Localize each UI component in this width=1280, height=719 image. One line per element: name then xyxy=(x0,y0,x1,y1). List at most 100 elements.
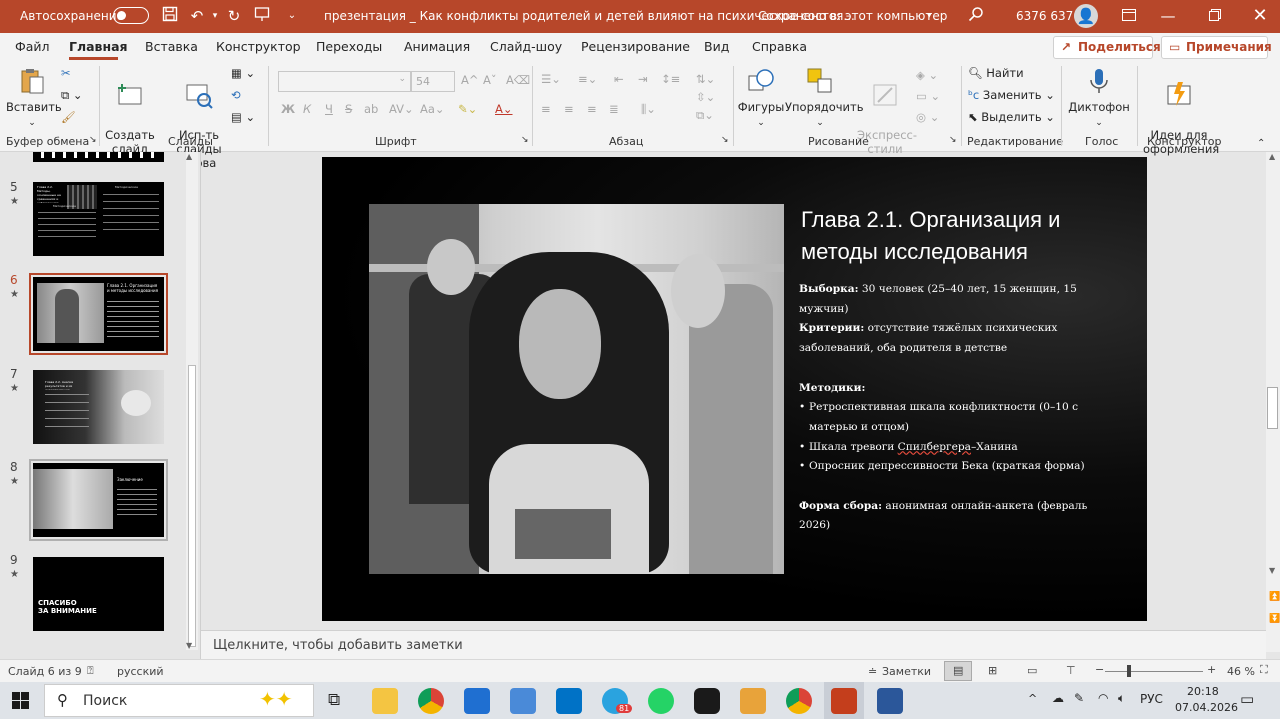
justify-icon[interactable]: ≣ xyxy=(609,102,619,116)
undo-icon[interactable]: ↶ xyxy=(187,6,207,26)
pen-icon[interactable]: ✎ xyxy=(1074,691,1084,705)
fit-slide-icon[interactable]: ⛶ xyxy=(1260,663,1268,677)
taskbar-search-box[interactable]: ⚲ Поиск ✦✦ xyxy=(44,684,314,717)
clock-date[interactable]: 07.04.2026 xyxy=(1175,701,1238,714)
new-slide-button[interactable]: Создать слайд xyxy=(104,66,156,156)
previous-slide-icon[interactable]: ⏫ xyxy=(1269,592,1280,602)
font-family-input[interactable]: ⌄ xyxy=(278,71,411,92)
format-painter-icon[interactable]: 🖌 xyxy=(61,110,76,124)
outlook-icon[interactable] xyxy=(556,688,582,714)
font-size-input[interactable]: 54 xyxy=(411,71,455,92)
search-icon[interactable] xyxy=(966,6,986,26)
close-icon[interactable]: ✕ xyxy=(1250,6,1270,26)
layout-icon[interactable]: ▦ ⌄ xyxy=(231,66,255,80)
zoom-slider-thumb[interactable] xyxy=(1127,665,1131,677)
shrink-font-icon[interactable]: Aˇ xyxy=(483,73,497,87)
align-left-icon[interactable]: ≡ xyxy=(541,102,551,116)
align-text-icon[interactable]: ⇳⌄ xyxy=(696,90,715,104)
accessibility-icon[interactable]: ⍰ xyxy=(87,664,94,678)
reading-view-icon[interactable]: ▭ xyxy=(1027,664,1037,677)
zoom-slider[interactable] xyxy=(1105,671,1203,672)
italic-button[interactable]: К xyxy=(303,102,311,116)
user-name[interactable]: 6376 6376 xyxy=(1016,9,1081,23)
show-hidden-icons[interactable]: ^ xyxy=(1028,692,1037,705)
save-icon[interactable] xyxy=(160,6,180,26)
shadow-button[interactable]: ab xyxy=(364,102,378,116)
thumbnail-slide-4-partial[interactable] xyxy=(33,152,164,162)
drawing-launcher-icon[interactable]: ↘ xyxy=(949,135,957,145)
tab-transitions[interactable]: Переходы xyxy=(316,39,382,54)
scroll-up-icon[interactable]: ▲ xyxy=(186,152,192,161)
tab-slideshow[interactable]: Слайд-шоу xyxy=(490,39,562,54)
shapes-button[interactable]: Фигуры ⌄ xyxy=(737,66,785,130)
underline-button[interactable]: Ч xyxy=(325,102,333,116)
clear-formatting-icon[interactable]: A⌫ xyxy=(506,73,530,87)
tab-animations[interactable]: Анимация xyxy=(404,39,470,54)
numbering-icon[interactable]: ≡⌄ xyxy=(578,72,597,86)
paste-button[interactable]: Вставить ⌄ xyxy=(6,66,62,130)
clipboard-launcher-icon[interactable]: ↘ xyxy=(89,135,97,145)
zoom-level[interactable]: 46 % xyxy=(1227,665,1255,678)
copy-icon[interactable]: ⧉ ⌄ xyxy=(61,88,83,103)
bullets-icon[interactable]: ☰⌄ xyxy=(541,72,561,86)
chrome-profile-icon[interactable] xyxy=(786,688,812,714)
file-explorer-icon[interactable] xyxy=(372,688,398,714)
reset-icon[interactable]: ⟲ xyxy=(231,88,241,102)
task-view-icon[interactable]: ⧉ xyxy=(328,690,340,710)
input-language[interactable]: РУС xyxy=(1140,692,1163,706)
bold-button[interactable]: Ж xyxy=(281,102,295,116)
word-icon[interactable] xyxy=(877,688,903,714)
zoom-out-icon[interactable]: − xyxy=(1095,663,1104,676)
select-button[interactable]: ⬉ Выделить ⌄ xyxy=(968,110,1055,124)
present-icon[interactable] xyxy=(252,6,272,26)
comments-button[interactable]: ▭ Примечания xyxy=(1161,36,1272,59)
shape-effects-icon[interactable]: ◎ ⌄ xyxy=(916,110,939,124)
font-launcher-icon[interactable]: ↘ xyxy=(521,135,529,145)
section-icon[interactable]: ▤ ⌄ xyxy=(231,110,255,124)
spacing-icon[interactable]: AV⌄ xyxy=(389,102,414,116)
customize-qat-icon[interactable]: ⌄ xyxy=(282,6,302,26)
tab-view[interactable]: Вид xyxy=(704,39,729,54)
store-icon[interactable] xyxy=(464,688,490,714)
line-spacing-icon[interactable]: ↕≡ xyxy=(661,72,680,86)
autosave-toggle[interactable] xyxy=(113,7,149,24)
smartart-icon[interactable]: ⧉⌄ xyxy=(696,108,714,123)
notes-placeholder[interactable]: Щелкните, чтобы добавить заметки xyxy=(213,638,463,653)
decrease-indent-icon[interactable]: ⇤ xyxy=(614,72,624,86)
next-slide-icon[interactable]: ⏬ xyxy=(1269,614,1280,624)
notes-pane[interactable]: Щелкните, чтобы добавить заметки xyxy=(201,630,1266,659)
cut-icon[interactable]: ✂ xyxy=(61,66,71,80)
remote-desktop-icon[interactable] xyxy=(510,688,536,714)
share-button[interactable]: ↗ Поделиться xyxy=(1053,36,1161,59)
restore-icon[interactable] xyxy=(1205,6,1225,26)
slide-sorter-icon[interactable]: ⊞ xyxy=(988,664,997,677)
ribbon-display-icon[interactable] xyxy=(1119,6,1139,26)
notion-icon[interactable] xyxy=(694,688,720,714)
save-status-chevron-icon[interactable]: ▾ xyxy=(927,11,932,21)
slide-scroll-thumb[interactable] xyxy=(1267,387,1278,429)
pane-divider[interactable] xyxy=(200,152,201,659)
slide-scrollbar[interactable]: ▲ ▼ ⏫ ⏬ xyxy=(1266,152,1280,652)
tab-insert[interactable]: Вставка xyxy=(145,39,198,54)
find-button[interactable]: 🔍︎ Найти xyxy=(968,66,1024,80)
dictate-button[interactable]: Диктофон ⌄ xyxy=(1068,66,1130,130)
chrome-icon[interactable] xyxy=(418,688,444,714)
wifi-icon[interactable]: ◠ xyxy=(1098,691,1108,705)
clock-time[interactable]: 20:18 xyxy=(1187,685,1219,698)
undo-dropdown-icon[interactable]: ▾ xyxy=(205,6,225,26)
align-center-icon[interactable]: ≡ xyxy=(564,102,574,116)
slide-body[interactable]: Выборка: 30 человек (25–40 лет, 15 женщи… xyxy=(799,280,1119,536)
grow-font-icon[interactable]: A^ xyxy=(461,73,479,87)
shape-fill-icon[interactable]: ◈ ⌄ xyxy=(916,68,938,82)
scroll-down-icon[interactable]: ▼ xyxy=(186,641,192,650)
thumbnail-slide-8[interactable]: Заключение xyxy=(29,459,168,541)
save-status[interactable]: Сохранено в: этот компьютер xyxy=(758,9,947,23)
thumbnail-slide-6[interactable]: Глава 2.1. Организация и методы исследов… xyxy=(29,273,168,355)
thumbnail-slide-7[interactable]: Глава 2.2. Анализ результатов и их интер… xyxy=(33,370,164,444)
case-icon[interactable]: Aa⌄ xyxy=(420,102,445,116)
whatsapp-icon[interactable] xyxy=(648,688,674,714)
replace-button[interactable]: ᵇc Заменить ⌄ xyxy=(968,88,1055,102)
text-direction-icon[interactable]: ⇅⌄ xyxy=(696,72,715,86)
font-color-icon[interactable]: A⌄ xyxy=(495,102,513,116)
notes-button[interactable]: Заметки xyxy=(882,665,931,678)
